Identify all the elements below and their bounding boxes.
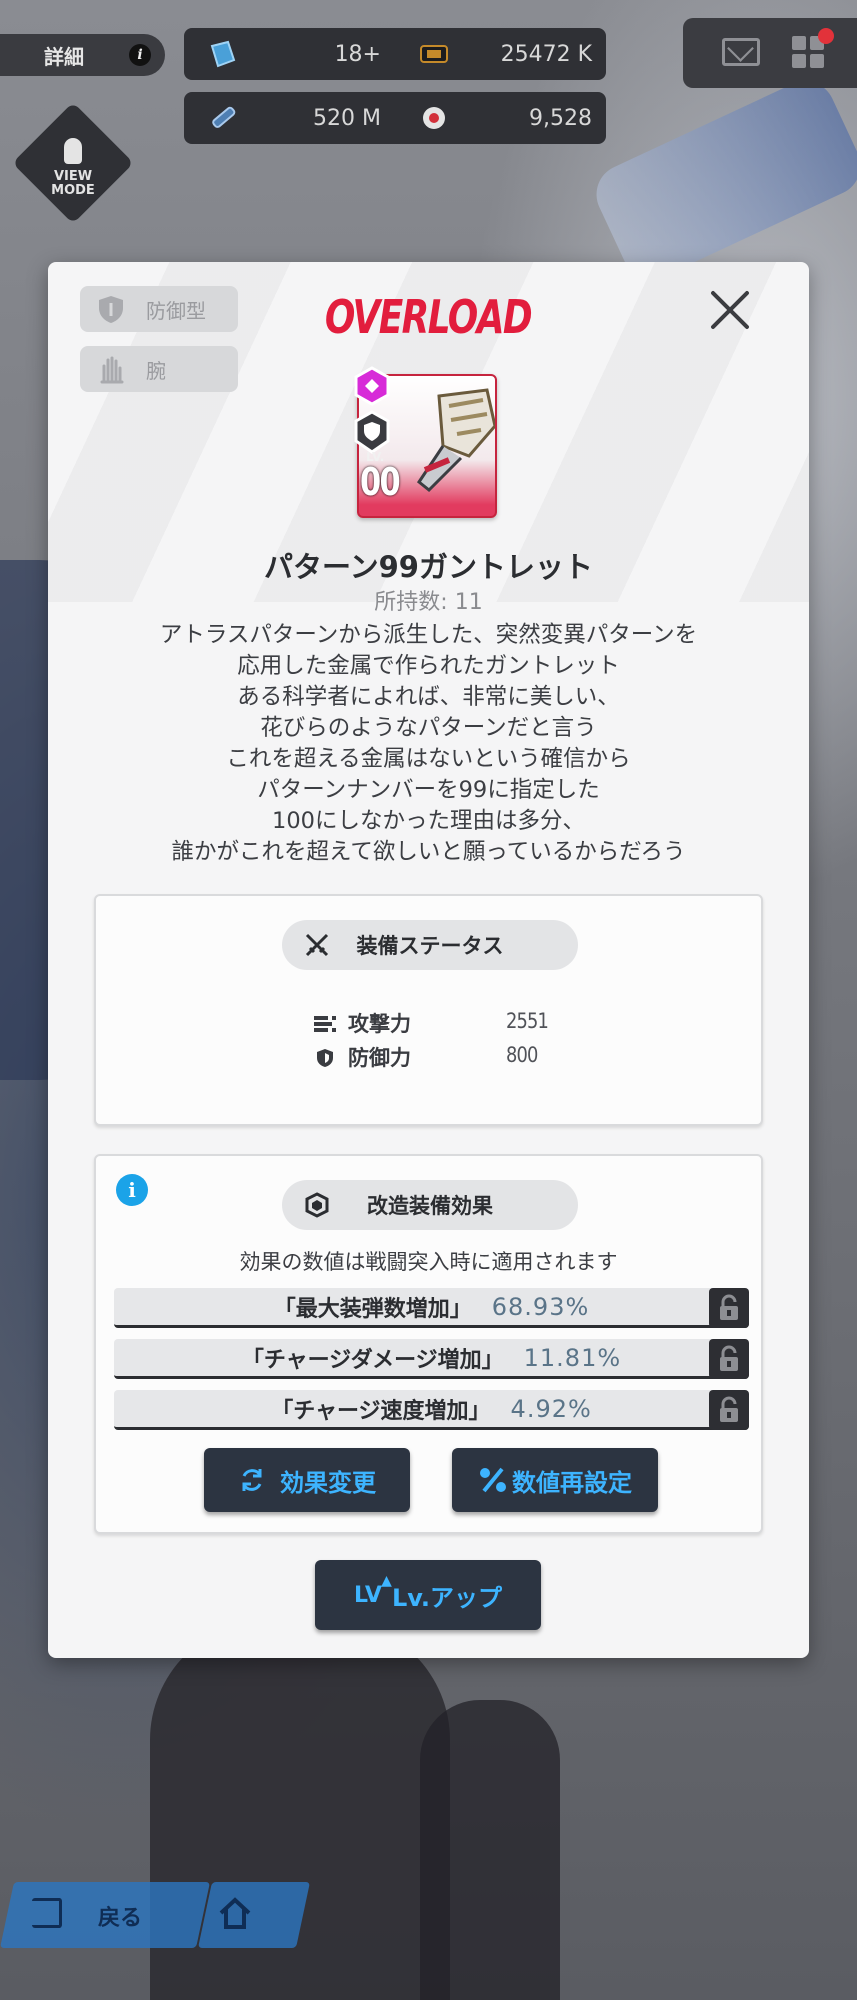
mail-icon[interactable] — [722, 38, 760, 66]
effect-value: 68.93% — [491, 1292, 590, 1321]
effect-row[interactable]: 「チャージ速度増加」 4.92% — [114, 1390, 749, 1430]
reset-values-label: 数値再設定 — [512, 1468, 632, 1497]
stat-label: 防御力 — [348, 1046, 411, 1070]
class-label: 防御型 — [146, 298, 206, 323]
core-dust-icon — [423, 107, 445, 129]
resource-value: 9,528 — [529, 105, 592, 131]
resource-gems[interactable]: 18+ — [184, 28, 395, 80]
class-tag: 防御型 — [80, 286, 238, 332]
level-up-label: Lv.アップ — [391, 1583, 503, 1612]
status-header: 装備ステータス — [282, 920, 578, 970]
mod-effects-panel: i 改造装備効果 効果の数値は戦闘突入時に適用されます 「最大装弾数増加」 68… — [94, 1154, 763, 1534]
home-icon — [219, 1897, 251, 1929]
resource-value: 520 M — [313, 105, 381, 131]
level-up-button[interactable]: LV ▲ Lv.アップ — [315, 1560, 541, 1630]
reset-values-button[interactable]: 数値再設定 — [452, 1448, 658, 1512]
exit-icon — [32, 1898, 62, 1928]
cube-icon — [305, 1192, 329, 1218]
credit-icon — [420, 45, 448, 63]
resource-core-dust[interactable]: 9,528 — [395, 92, 606, 144]
mod-title: 改造装備効果 — [367, 1194, 493, 1218]
overload-logo: OVERLOAD — [324, 290, 533, 344]
defense-class-badge-icon — [354, 410, 390, 454]
gem-icon — [210, 40, 236, 68]
effect-label: 「最大装弾数増加」 — [273, 1296, 472, 1322]
stat-row-attack: 攻撃力 2551 — [314, 1008, 554, 1040]
info-icon: i — [129, 44, 151, 66]
resource-value: 25472 K — [500, 41, 592, 67]
lock-button[interactable] — [709, 1390, 749, 1430]
resource-value: 18+ — [334, 41, 381, 67]
defense-icon — [317, 1049, 333, 1067]
stat-value: 800 — [506, 1043, 538, 1067]
hand-icon — [100, 356, 124, 384]
resource-battle-data[interactable]: 520 M — [184, 92, 395, 144]
refresh-icon — [242, 1469, 262, 1491]
stat-row-defense: 防御力 800 — [314, 1042, 554, 1074]
home-button[interactable] — [198, 1882, 311, 1948]
info-icon[interactable]: i — [116, 1174, 148, 1206]
description-line: 100にしなかった理由は多分、 — [272, 808, 585, 834]
item-level: 00 — [360, 460, 401, 504]
detail-label: 詳細 — [44, 44, 84, 69]
effect-value: 4.92% — [510, 1394, 592, 1423]
attack-icon — [314, 1016, 336, 1032]
view-mode-label: VIEW MODE — [51, 169, 95, 198]
effect-value: 11.81% — [523, 1343, 622, 1372]
description-line: これを超える金属はないという確信から — [226, 746, 631, 772]
resource-bar-top: 18+ 25472 K — [184, 28, 606, 80]
percent-icon — [480, 1467, 506, 1493]
notification-dot — [818, 28, 834, 44]
owned-count: 所持数: 11 — [374, 590, 483, 615]
change-effect-button[interactable]: 効果変更 — [204, 1448, 410, 1512]
battle-data-icon — [212, 106, 236, 128]
shield-icon — [99, 296, 123, 323]
lock-button[interactable] — [709, 1339, 749, 1379]
effect-label: 「チャージ速度増加」 — [271, 1398, 491, 1424]
hud-menu-panel — [683, 18, 857, 88]
manufacturer-badge-icon — [354, 366, 390, 406]
stat-value: 2551 — [506, 1009, 549, 1033]
resource-credits[interactable]: 25472 K — [395, 28, 606, 80]
resource-bar-bottom: 520 M 9,528 — [184, 92, 606, 144]
description-line: ある科学者によれば、非常に美しい、 — [237, 684, 620, 710]
crossed-swords-icon — [305, 933, 329, 957]
item-name: パターン99ガントレット — [264, 550, 593, 584]
person-icon — [64, 138, 82, 164]
description-line: 誰かがこれを超えて欲しいと願っているからだろう — [171, 839, 686, 865]
slot-tag: 腕 — [80, 346, 238, 392]
effect-row[interactable]: 「最大装弾数増加」 68.93% — [114, 1288, 749, 1328]
close-button[interactable] — [708, 288, 752, 332]
back-label: 戻る — [98, 1906, 143, 1931]
gauntlet-icon — [416, 388, 495, 493]
status-title: 装備ステータス — [356, 934, 504, 958]
description-line: 応用した金属で作られたガントレット — [237, 653, 620, 679]
effect-label: 「チャージダメージ増加」 — [241, 1347, 504, 1373]
lock-icon — [720, 1294, 738, 1320]
mod-header: 改造装備効果 — [282, 1180, 578, 1230]
lock-button[interactable] — [709, 1288, 749, 1328]
item-description: アトラスパターンから派生した、突然変異パターンを 応用した金属で作られたガントレ… — [68, 620, 789, 868]
level-up-icon: LV ▲ — [353, 1572, 392, 1608]
equipment-detail-modal: 防御型 腕 OVERLOAD LV. 00 パターン99ガントレット 所持数: … — [48, 262, 809, 1658]
background-character-leg — [420, 1700, 560, 2000]
mod-note: 効果の数値は戦闘突入時に適用されます — [239, 1250, 618, 1274]
lock-icon — [720, 1396, 738, 1422]
effect-row[interactable]: 「チャージダメージ増加」 11.81% — [114, 1339, 749, 1379]
detail-button[interactable]: 詳細 i — [0, 34, 165, 76]
description-line: パターンナンバーを99に指定した — [257, 777, 600, 803]
lock-icon — [720, 1345, 738, 1371]
stat-label: 攻撃力 — [348, 1012, 411, 1036]
description-line: アトラスパターンから派生した、突然変異パターンを — [159, 622, 698, 648]
change-effect-label: 効果変更 — [280, 1468, 376, 1497]
description-line: 花びらのようなパターンだと言う — [260, 715, 597, 741]
slot-label: 腕 — [146, 358, 166, 383]
equipment-status-panel: 装備ステータス 攻撃力 2551 防御力 800 — [94, 894, 763, 1126]
